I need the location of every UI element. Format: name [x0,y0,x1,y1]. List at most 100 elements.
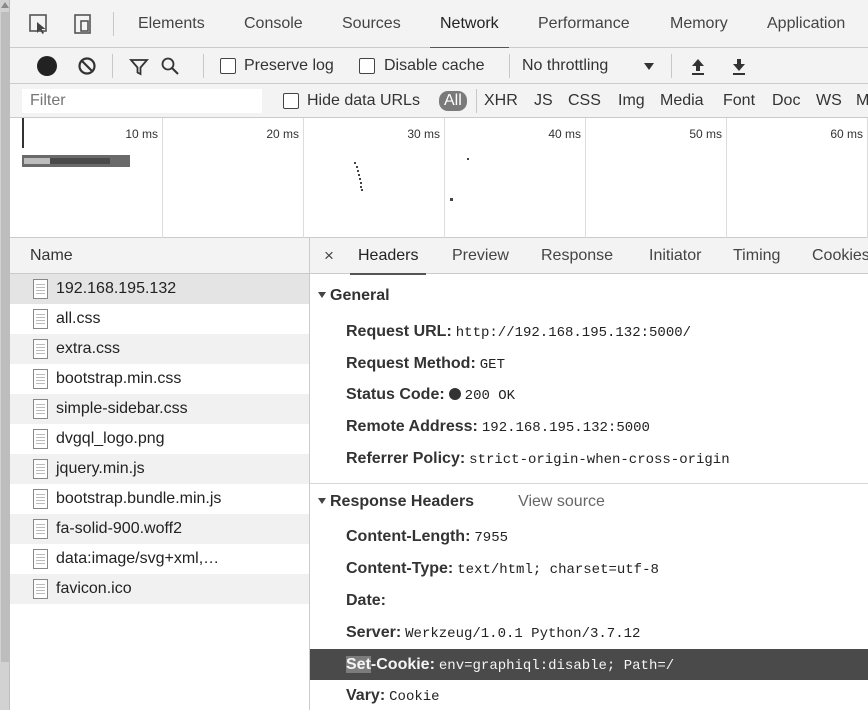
export-har-icon[interactable] [730,56,748,76]
header-key: Request URL: [346,323,452,340]
stylesheet-file-icon [33,309,48,329]
header-row-content-type: Content-Type: text/html; charset=utf-8 [310,553,868,584]
filter-type-ws[interactable]: WS [816,84,842,118]
tab-preview[interactable]: Preview [452,238,509,274]
header-key: Content-Type: [346,560,454,577]
tab-initiator[interactable]: Initiator [649,238,701,274]
document-file-icon [33,279,48,299]
search-icon[interactable] [160,56,180,76]
hide-data-urls-label[interactable]: Hide data URLs [307,84,420,118]
detail-tabs: × Headers Preview Response Initiator Tim… [310,238,868,275]
filter-type-media[interactable]: Media [660,84,704,118]
tab-console[interactable]: Console [244,0,303,48]
script-file-icon [33,489,48,509]
request-row-stylesheet[interactable]: simple-sidebar.css [10,394,309,424]
filter-type-css[interactable]: CSS [568,84,601,118]
filter-bar: Hide data URLs All XHR JS CSS Img Media … [10,84,868,118]
tab-sources[interactable]: Sources [342,0,401,48]
import-har-icon[interactable] [689,56,707,76]
network-overview-timeline[interactable]: 10 ms 20 ms 30 ms 40 ms 50 ms 60 ms [10,118,868,238]
request-name: bootstrap.bundle.min.js [56,490,222,507]
status-dot-icon [448,388,461,400]
header-key: Content-Length: [346,528,471,545]
toolbar-separator [113,12,114,36]
timeline-label: 30 ms [407,127,440,141]
left-scrollbar[interactable] [0,0,10,710]
request-row-script[interactable]: jquery.min.js [10,454,309,484]
toolbar-separator [203,54,204,78]
timeline-label: 20 ms [266,127,299,141]
filter-icon[interactable] [129,57,149,77]
request-name: favicon.ico [56,580,132,597]
filter-type-xhr[interactable]: XHR [484,84,518,118]
timeline-start-marker [22,118,24,148]
request-row-image[interactable]: dvgql_logo.png [10,424,309,454]
close-icon[interactable]: × [324,238,334,274]
timeline-label: 10 ms [125,127,158,141]
request-row-stylesheet[interactable]: extra.css [10,334,309,364]
clear-icon[interactable] [77,56,97,76]
filter-type-manifest[interactable]: M [856,84,868,118]
tab-cookies[interactable]: Cookies [812,238,868,274]
filter-input[interactable] [22,89,262,113]
filter-type-font[interactable]: Font [723,84,755,118]
request-row-stylesheet[interactable]: all.css [10,304,309,334]
scroll-thumb[interactable] [1,12,9,662]
header-row-request-method: Request Method: GET [310,348,868,379]
triangle-down-icon [318,498,326,504]
tab-response[interactable]: Response [541,238,613,274]
request-row-image[interactable]: data:image/svg+xml,… [10,544,309,574]
header-row-referrer-policy: Referrer Policy: strict-origin-when-cross… [310,443,868,474]
name-column-header[interactable]: Name [10,238,309,274]
chevron-down-icon[interactable] [643,62,655,72]
header-row-vary: Vary: Cookie [310,680,868,710]
disable-cache-label[interactable]: Disable cache [384,48,485,84]
device-toolbar-icon[interactable] [72,12,94,36]
script-file-icon [33,459,48,479]
filter-type-img[interactable]: Img [618,84,645,118]
request-row-other[interactable]: favicon.ico [10,574,309,604]
view-source-link[interactable]: View source [518,493,605,510]
tab-memory[interactable]: Memory [670,0,728,48]
request-name: all.css [56,310,101,327]
tab-elements[interactable]: Elements [138,0,205,48]
timeline-gridline [162,118,163,238]
general-section-header[interactable]: General [318,287,390,305]
header-value: Cookie [389,689,440,705]
hide-data-urls-checkbox[interactable] [283,93,299,109]
toolbar-separator [112,54,113,78]
disable-cache-checkbox[interactable] [359,58,375,74]
request-row-document[interactable]: 192.168.195.132 [10,274,309,304]
request-name: 192.168.195.132 [56,280,177,297]
header-value: strict-origin-when-cross-origin [469,452,730,468]
header-value: 192.168.195.132:5000 [481,420,650,436]
request-row-stylesheet[interactable]: bootstrap.min.css [10,364,309,394]
filter-type-doc[interactable]: Doc [772,84,800,118]
header-value: text/html; charset=utf-8 [457,562,659,578]
search-highlight: Set [346,656,371,673]
header-row-date: Date: [310,585,868,616]
header-value: Werkzeug/1.0.1 Python/3.7.12 [405,626,641,642]
request-name: extra.css [56,340,121,357]
throttling-select[interactable]: No throttling [522,48,608,84]
header-key: Server: [346,624,402,641]
header-key: Referrer Policy: [346,450,466,467]
timeline-label: 60 ms [830,127,863,141]
scroll-up-icon[interactable] [1,2,9,8]
tab-performance[interactable]: Performance [538,0,630,48]
section-divider [310,483,868,484]
tab-application[interactable]: Application [767,0,845,48]
preserve-log-label[interactable]: Preserve log [244,48,334,84]
inspect-element-icon[interactable] [28,12,50,36]
tab-headers[interactable]: Headers [349,238,428,275]
tab-timing[interactable]: Timing [733,238,780,274]
request-row-font[interactable]: fa-solid-900.woff2 [10,514,309,544]
filter-type-all[interactable]: All [439,91,467,111]
request-row-script[interactable]: bootstrap.bundle.min.js [10,484,309,514]
tab-network[interactable]: Network [430,0,509,49]
record-icon[interactable] [37,56,57,76]
preserve-log-checkbox[interactable] [220,58,236,74]
response-headers-section-header[interactable]: Response Headers View source [318,493,605,511]
filter-type-js[interactable]: JS [534,84,553,118]
network-toolbar: Preserve log Disable cache No throttling [10,48,868,84]
